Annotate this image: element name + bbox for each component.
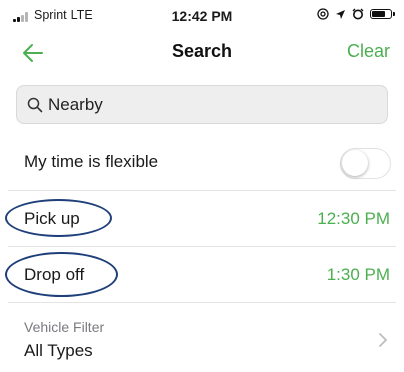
nav-bar: Search Clear — [0, 30, 404, 76]
clear-button[interactable]: Clear — [347, 41, 390, 62]
flexible-time-toggle[interactable] — [340, 148, 391, 179]
toggle-knob — [342, 150, 368, 176]
search-value: Nearby — [48, 94, 103, 114]
dropoff-time: 1:30 PM — [326, 265, 390, 284]
alarm-icon — [352, 8, 364, 20]
location-arrow-icon — [336, 9, 345, 19]
pickup-label: Pick up — [24, 209, 80, 228]
battery-icon — [370, 9, 395, 19]
dropoff-row[interactable]: Drop off 1:30 PM — [0, 247, 404, 302]
pickup-time: 12:30 PM — [317, 209, 390, 228]
dropoff-label: Drop off — [24, 265, 85, 284]
search-icon — [27, 97, 43, 112]
chevron-right-icon — [379, 333, 387, 347]
flexible-time-row: My time is flexible — [0, 134, 404, 191]
page-title: Search — [171, 41, 233, 61]
status-bar: Sprint LTE 12:42 PM — [0, 0, 404, 30]
screen: Sprint LTE 12:42 PM Search Clear Nearby … — [0, 0, 404, 372]
pickup-row[interactable]: Pick up 12:30 PM — [0, 191, 404, 246]
vehicle-filter-value: All Types — [24, 341, 93, 360]
search-input[interactable]: Nearby — [16, 85, 388, 124]
status-right — [317, 8, 395, 20]
vehicle-filter-label: Vehicle Filter — [24, 319, 105, 335]
vehicle-filter-row[interactable]: Vehicle Filter All Types — [0, 303, 404, 372]
flexible-time-label: My time is flexible — [24, 152, 159, 171]
battery-level — [372, 11, 385, 17]
at-icon — [317, 8, 329, 20]
